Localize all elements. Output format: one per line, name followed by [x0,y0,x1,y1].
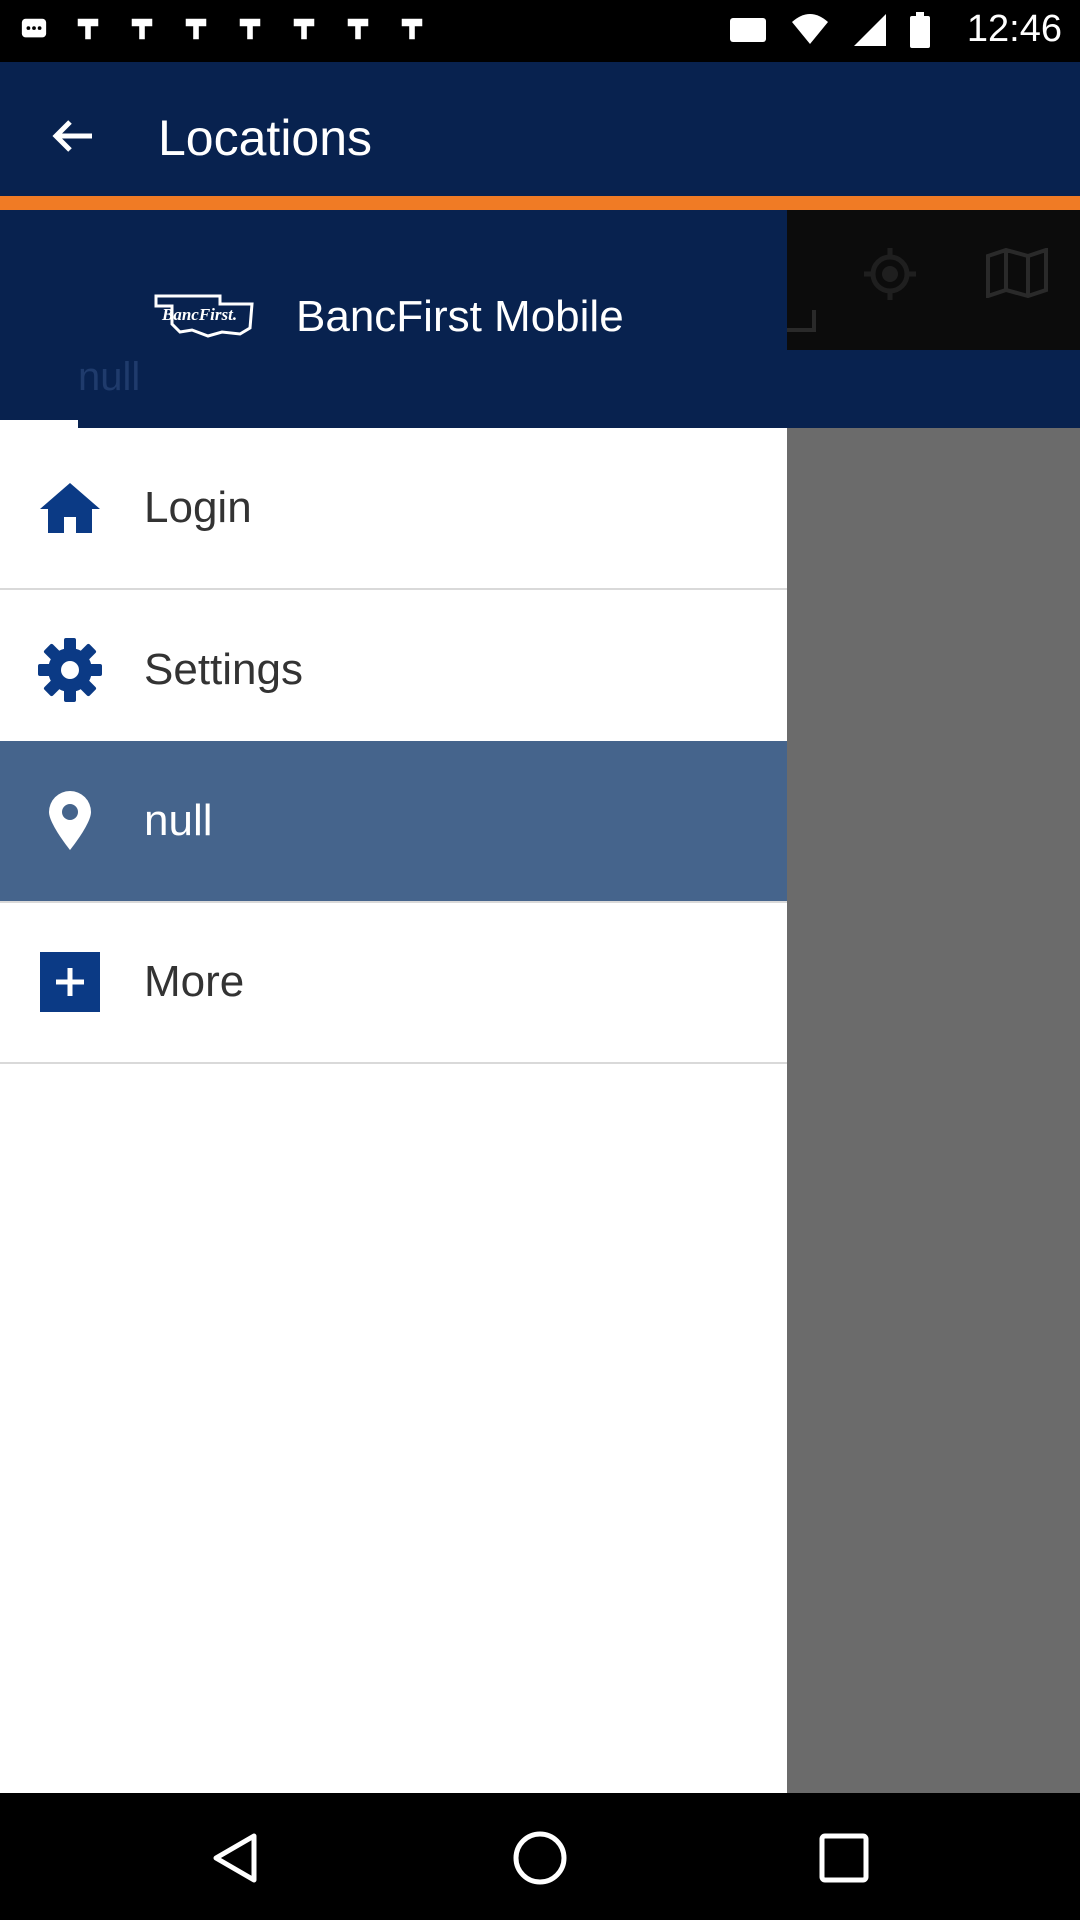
circle-home-icon [513,1831,567,1885]
accent-divider [0,196,1080,210]
app-notification-icon [401,18,423,40]
battery-icon [910,12,930,48]
menu-item-label: Login [144,483,252,532]
back-button[interactable] [40,108,104,164]
nav-back-button[interactable] [196,1818,276,1898]
app-notification-icon [347,18,369,40]
page-title: Locations [158,110,373,166]
menu-item-login[interactable]: Login [0,428,787,590]
bancfirst-logo: BancFirst. [152,290,256,340]
status-time: 12:46 [966,8,1062,50]
volte-icon [730,18,766,42]
logo-text: BancFirst. [161,305,237,324]
app-notification-icon [131,18,153,40]
map-icon[interactable] [986,248,1048,298]
app-notification-icon [185,18,207,40]
menu-item-label: More [144,957,245,1006]
message-icon [21,18,47,38]
gear-icon [36,636,104,704]
menu-item-more[interactable]: More [0,902,787,1064]
plus-box-icon [36,948,104,1016]
location-pin-icon [36,787,104,855]
my-location-icon[interactable] [862,246,918,302]
app-notification-icon [293,18,315,40]
scrim-header-extension [786,350,1080,428]
notification-icons [20,14,426,44]
drawer-subtitle: null [78,355,141,399]
drawer-scrim[interactable] [786,428,1080,1793]
menu-item-label: null [144,796,213,845]
wifi-icon [792,14,828,44]
brand-name: BancFirst Mobile [296,292,624,341]
signal-icon [854,14,886,46]
corner-icon [786,310,816,332]
map-toolbar [786,210,1080,350]
nav-recents-button[interactable] [804,1818,884,1898]
menu-item-label: Settings [144,645,303,694]
nav-home-button[interactable] [500,1818,580,1898]
menu-item-location[interactable]: null [0,741,787,903]
triangle-back-icon [213,1833,257,1883]
menu-item-settings[interactable]: Settings [0,590,787,752]
header-tab-indicator [0,420,78,428]
square-recents-icon [819,1833,869,1883]
home-icon [36,474,104,542]
back-arrow-icon [52,120,92,152]
app-notification-icon [239,18,261,40]
app-notification-icon [77,18,99,40]
oklahoma-logo-icon: BancFirst. [154,294,254,338]
system-status-icons [728,12,930,48]
